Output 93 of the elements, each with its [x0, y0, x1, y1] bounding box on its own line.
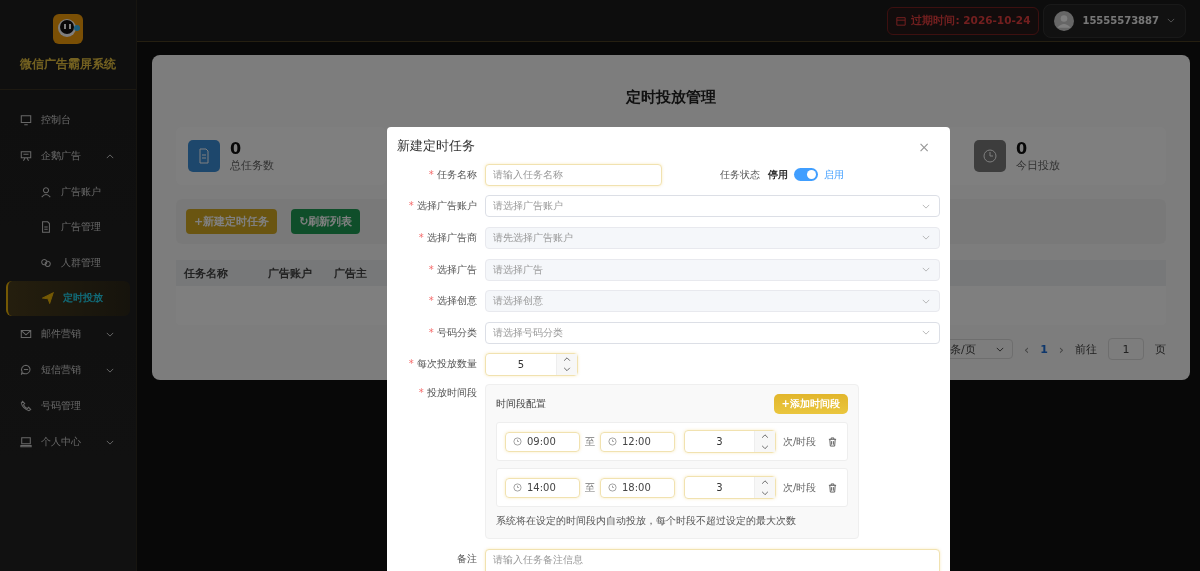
- avatar-icon: [1054, 10, 1075, 31]
- task-name-field[interactable]: 请输入任务名称: [485, 163, 662, 186]
- time-value: 14:00: [527, 482, 556, 494]
- prev-page-button[interactable]: ‹: [1023, 341, 1030, 357]
- toolbar-button[interactable]: ↻刷新列表: [291, 209, 361, 234]
- unit-label: 次/时段: [783, 480, 817, 495]
- stat-label: 总任务数: [230, 158, 274, 173]
- chevron-icon: [995, 346, 1004, 352]
- status-switch[interactable]: [794, 168, 818, 182]
- calendar-icon: [896, 15, 907, 26]
- sidebar-item[interactable]: 邮件营销: [6, 316, 130, 352]
- chevron-icon: [106, 153, 114, 159]
- chevron-icon: [106, 367, 114, 373]
- close-button[interactable]: ×: [918, 138, 930, 155]
- chevron-icon: [922, 235, 930, 241]
- chevron-icon: [922, 203, 930, 209]
- sidebar-item[interactable]: 号码管理: [6, 388, 130, 424]
- trash-icon[interactable]: [828, 436, 838, 447]
- chat-icon: [20, 364, 32, 376]
- clock-icon: [608, 483, 617, 493]
- field-label: * 选择创意: [428, 294, 477, 309]
- column-header: 广告账户: [268, 265, 312, 281]
- robot-logo-icon: [53, 14, 83, 44]
- chevron-icon: [922, 330, 930, 336]
- app-title: 微信广告霸屏系统: [20, 56, 116, 73]
- remark-field[interactable]: 请输入任务备注信息: [485, 549, 940, 571]
- column-header: 广告主: [334, 265, 367, 281]
- expiry-date: 过期时间: 2026-10-24: [911, 13, 1031, 28]
- field-label: * 选择广告账户: [408, 199, 477, 214]
- schedule-hint: 系统将在设定的时间段内自动投放，每个时段不超过设定的最大次数: [496, 515, 797, 529]
- range-separator: 至: [585, 480, 595, 495]
- sidebar-item[interactable]: 人群管理: [6, 245, 130, 281]
- chevron-icon: [922, 298, 930, 304]
- select-field[interactable]: 请选择号码分类: [485, 321, 940, 344]
- sidebar-item[interactable]: 广告管理: [6, 209, 130, 245]
- time-value: 12:00: [622, 436, 651, 448]
- mail-icon: [20, 328, 32, 340]
- switch-on-label: 启用: [824, 167, 844, 182]
- end-time-field[interactable]: 12:00: [600, 431, 675, 452]
- schedule-heading: 时间段配置: [496, 397, 546, 412]
- field-label: * 选择广告: [428, 262, 477, 277]
- clock-icon: [608, 437, 617, 447]
- field-label: * 号码分类: [428, 325, 477, 340]
- field-label: * 投放时间段: [418, 386, 477, 401]
- unit-label: 次/时段: [783, 434, 817, 449]
- chevron-icon: [106, 439, 114, 445]
- field-label: * 每次投放数量: [408, 357, 477, 372]
- field-label: 备注: [457, 552, 477, 567]
- document-icon: [40, 221, 52, 234]
- easel-icon: [20, 150, 32, 162]
- time-value: 18:00: [622, 482, 651, 494]
- page-title: 定时投放管理: [625, 88, 717, 107]
- field-label: * 选择广告商: [418, 231, 477, 245]
- user-icon: [40, 185, 52, 198]
- clock-icon: [974, 140, 1006, 172]
- end-time-field[interactable]: 18:00: [600, 477, 675, 498]
- document-icon: [188, 140, 220, 172]
- sidebar-item[interactable]: 短信营销: [6, 352, 130, 388]
- goto-page-field[interactable]: 1: [1108, 338, 1144, 360]
- start-time-field[interactable]: 09:00: [505, 431, 580, 452]
- chevron-icon: [106, 331, 114, 337]
- select-field[interactable]: 请选择广告账户: [485, 195, 940, 218]
- stat-value: 0: [230, 139, 243, 158]
- chevron-icon: [922, 267, 930, 273]
- paper-plane-icon: [42, 292, 54, 305]
- page-number[interactable]: 1: [1040, 342, 1048, 356]
- chevron-icon: [1167, 18, 1175, 23]
- clock-icon: [513, 437, 522, 447]
- column-header: 任务名称: [184, 265, 228, 281]
- next-page-button[interactable]: ›: [1058, 341, 1064, 357]
- stat-value: 0: [1016, 139, 1029, 158]
- monitor-icon: [20, 114, 32, 126]
- dialog-title: 新建定时任务: [397, 138, 475, 155]
- range-separator: 至: [585, 434, 595, 449]
- sidebar-item[interactable]: 广告账户: [6, 174, 130, 210]
- rings-icon: [40, 256, 52, 269]
- goto-label: 前往: [1075, 341, 1097, 357]
- sidebar-item[interactable]: 企鹅广告: [6, 138, 130, 174]
- sidebar-item[interactable]: 控制台: [6, 102, 130, 138]
- page-unit-label: 页: [1155, 341, 1166, 357]
- clock-icon: [513, 483, 522, 493]
- stat-label: 今日投放: [1016, 158, 1060, 173]
- sidebar-item[interactable]: 个人中心: [6, 424, 130, 460]
- trash-icon[interactable]: [828, 482, 838, 493]
- sidebar-item[interactable]: 定时投放: [6, 280, 130, 316]
- status-label: 任务状态: [720, 167, 760, 182]
- time-value: 09:00: [527, 436, 556, 448]
- phone-icon: [20, 400, 32, 412]
- switch-off-label: 停用: [768, 167, 788, 182]
- field-label: * 任务名称: [428, 167, 477, 182]
- user-menu[interactable]: 15555573887: [1043, 3, 1186, 38]
- computer-icon: [20, 436, 32, 448]
- start-time-field[interactable]: 14:00: [505, 477, 580, 498]
